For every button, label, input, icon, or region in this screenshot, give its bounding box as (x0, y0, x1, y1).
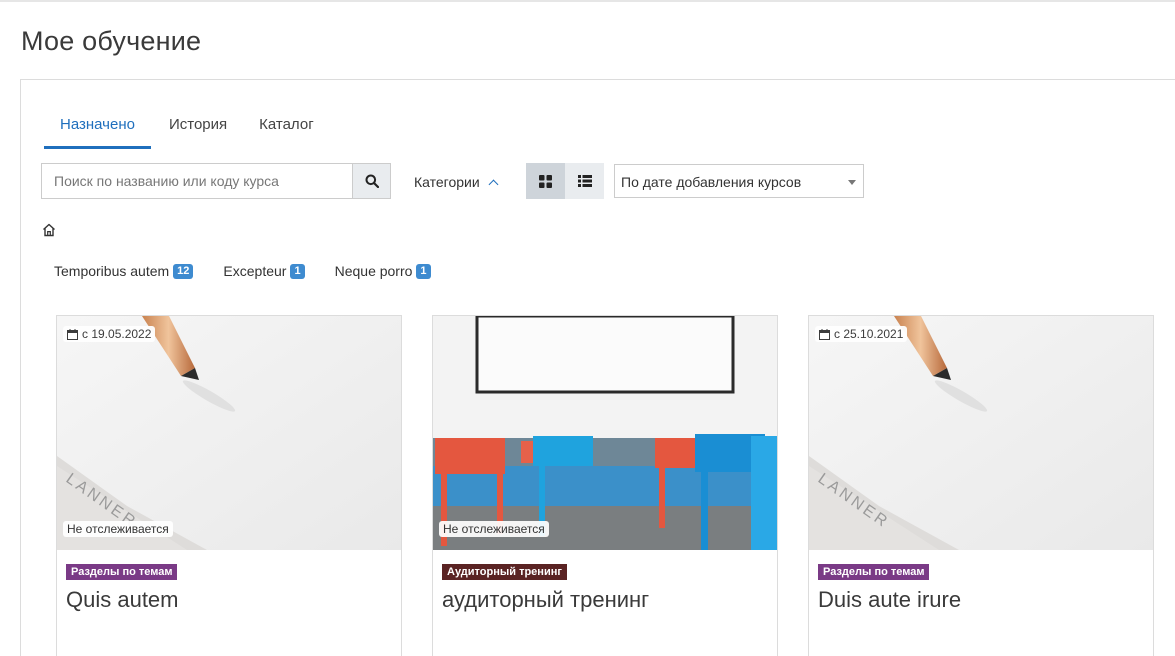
tab-catalog[interactable]: Каталог (243, 112, 330, 149)
caret-down-icon (848, 180, 856, 185)
grid-view-icon (539, 174, 552, 188)
course-card[interactable]: Не отслеживается Аудиторный тренинг ауди… (432, 315, 778, 656)
course-date: с 25.10.2021 (834, 327, 904, 341)
course-image-pen-planner: LANNER (809, 316, 1153, 550)
categories-label: Категории (414, 174, 480, 190)
course-date-badge: с 25.10.2021 (815, 326, 908, 342)
course-title: аудиторный тренинг (442, 587, 650, 612)
view-toggle (526, 163, 604, 199)
tab-bar: Назначено История Каталог (44, 112, 330, 149)
course-format-badge: Разделы по темам (818, 564, 930, 580)
list-view-icon (577, 175, 592, 187)
course-card[interactable]: LANNER с 19.05.2022 Не отслеживается Раз… (56, 315, 402, 656)
course-date: с 19.05.2022 (82, 327, 152, 341)
sort-select-value: По дате добавления курсов (621, 174, 802, 190)
search-icon (365, 174, 379, 188)
course-image-pen-planner: LANNER (57, 316, 401, 550)
home-icon[interactable] (41, 222, 57, 238)
category-chip-label: Excepteur (223, 263, 287, 279)
list-view-button[interactable] (565, 163, 604, 199)
category-chip[interactable]: Neque porro 1 (335, 263, 431, 279)
tab-assigned[interactable]: Назначено (44, 112, 151, 149)
category-count-badge: 12 (173, 263, 194, 279)
grid-view-button[interactable] (526, 163, 565, 199)
category-count-badge: 1 (290, 263, 305, 279)
course-date-badge: с 19.05.2022 (63, 326, 156, 342)
page-title: Мое обучение (21, 26, 202, 56)
search-group (41, 163, 391, 199)
course-card[interactable]: LANNER с 25.10.2021 Разделы по темам Dui… (808, 315, 1154, 656)
course-image-classroom-chairs (433, 316, 777, 550)
search-input[interactable] (41, 163, 352, 199)
tracking-status: Не отслеживается (63, 521, 173, 537)
tracking-status: Не отслеживается (439, 521, 549, 537)
category-chips: Temporibus autem 12 Excepteur 1 Neque po… (54, 263, 431, 279)
top-border (0, 0, 1175, 2)
category-count-badge: 1 (416, 263, 431, 279)
search-button[interactable] (352, 163, 391, 199)
course-format-badge: Аудиторный тренинг (442, 564, 567, 580)
course-title: Duis aute irure (818, 587, 962, 612)
category-chip[interactable]: Temporibus autem 12 (54, 263, 194, 279)
course-title: Quis autem (66, 587, 179, 612)
chevron-up-icon (488, 179, 499, 189)
course-format-badge: Разделы по темам (66, 564, 178, 580)
categories-toggle[interactable]: Категории (414, 174, 499, 190)
category-chip-label: Neque porro (334, 263, 413, 279)
sort-select[interactable]: По дате добавления курсов (614, 164, 864, 198)
tab-history[interactable]: История (153, 112, 243, 149)
category-chip-label: Temporibus autem (54, 263, 170, 279)
calendar-icon (67, 328, 78, 340)
calendar-icon (819, 328, 830, 340)
category-chip[interactable]: Excepteur 1 (223, 263, 305, 279)
